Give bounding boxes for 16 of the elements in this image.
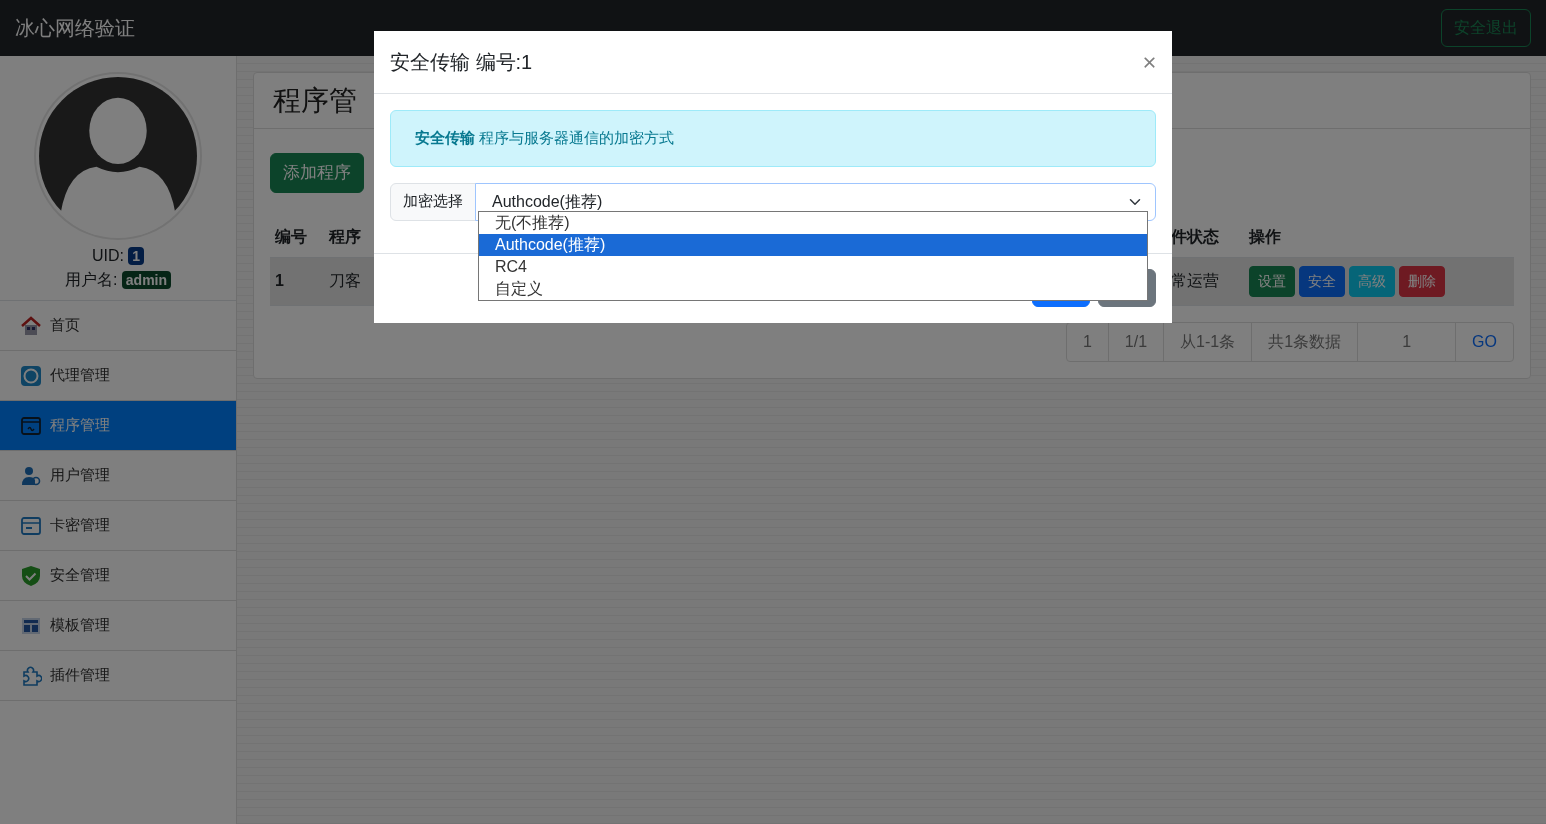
dialog-title: 安全传输 编号:1 — [390, 50, 533, 75]
column-header: 操作 — [1249, 227, 1281, 245]
column-header: 件状态 — [1171, 227, 1219, 245]
select-label: 加密选择 — [390, 182, 476, 221]
table-cell: 1 — [275, 272, 284, 289]
table-cell: 常运营 — [1171, 272, 1219, 289]
brand-title: 冰心网络验证 — [15, 16, 135, 41]
username-label: 用户名: — [64, 271, 118, 288]
table-cell: 刀客 — [329, 272, 361, 289]
column-header: 编号 — [275, 227, 307, 245]
column-header: 程序 — [329, 227, 361, 245]
uid-label: UID: — [91, 247, 124, 264]
info-alert: 安全传输 程序与服务器通信的加密方式 — [390, 110, 1156, 167]
uid-value: 1 — [128, 247, 145, 265]
page-title: 程序管 — [273, 83, 357, 118]
username-value: admin — [121, 271, 172, 289]
